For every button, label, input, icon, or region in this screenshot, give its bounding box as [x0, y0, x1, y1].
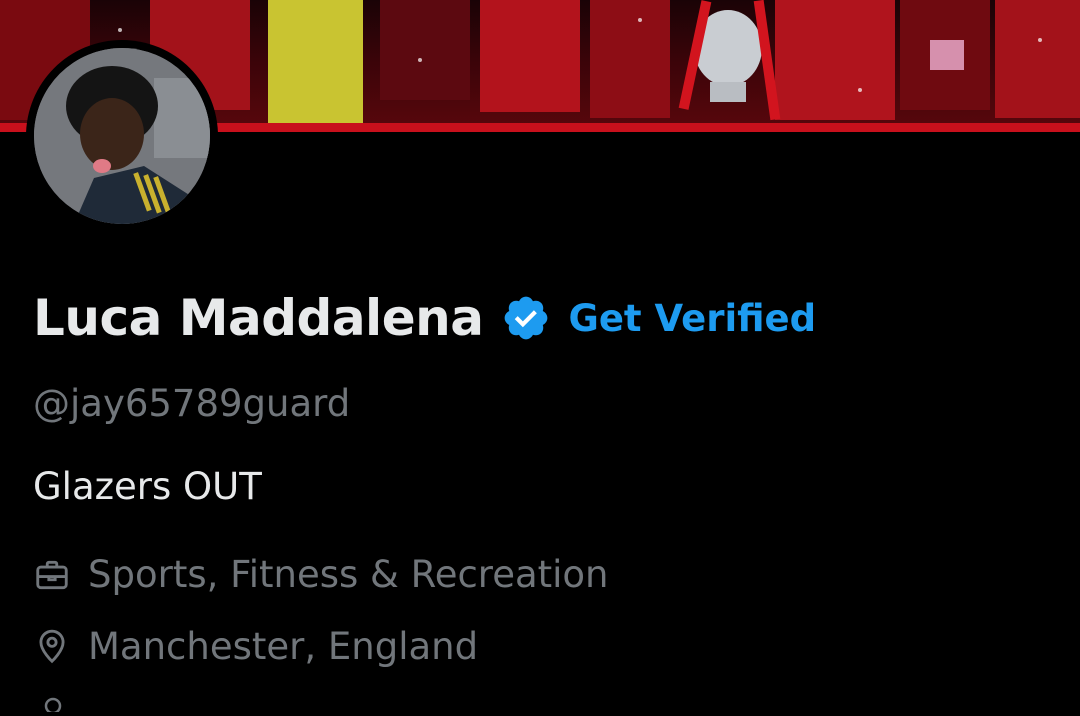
profile-category: Sports, Fitness & Recreation	[88, 553, 609, 596]
profile-name-row: Luca Maddalena Get Verified	[33, 282, 816, 354]
profile-location-row: Manchester, England	[33, 625, 478, 668]
briefcase-icon	[33, 556, 71, 594]
verified-badge-icon[interactable]	[501, 293, 551, 343]
display-name: Luca Maddalena	[33, 289, 484, 347]
profile-category-row: Sports, Fitness & Recreation	[33, 553, 609, 596]
link-icon	[38, 692, 68, 715]
get-verified-link[interactable]: Get Verified	[568, 297, 816, 340]
avatar-photo	[34, 48, 210, 224]
profile-handle: @jay65789guard	[33, 382, 351, 425]
profile-bio: Glazers OUT	[33, 465, 262, 508]
profile-avatar[interactable]	[26, 40, 218, 232]
location-pin-icon	[33, 628, 71, 666]
profile-location: Manchester, England	[88, 625, 479, 668]
